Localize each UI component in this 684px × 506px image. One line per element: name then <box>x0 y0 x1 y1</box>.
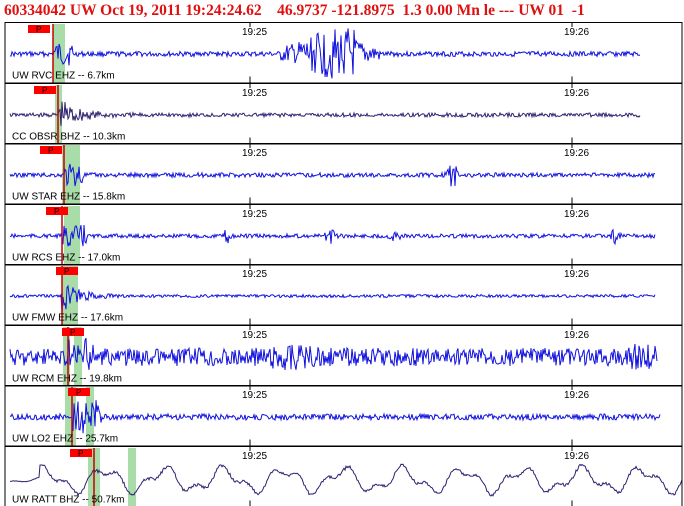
trace-panel: P 19:25 19:26 UW STAR EHZ -- 15.8km <box>4 143 683 205</box>
phase-label: P <box>64 267 69 276</box>
station-label: UW RCS EHZ -- 17.0km <box>12 253 120 264</box>
phase-label: P <box>78 449 83 458</box>
phase-label: P <box>76 388 81 397</box>
event-mag-type: Mn <box>456 2 480 19</box>
event-id: 60334042 <box>4 2 66 19</box>
station-label: UW FMW EHZ -- 17.6km <box>12 313 123 324</box>
station-label: UW RATT BHZ -- 50.7km <box>12 495 124 506</box>
time-tick-label: 19:26 <box>564 451 589 462</box>
trace-panel: P 19:25 19:26 UW RCM EHZ -- 19.8km <box>4 325 683 387</box>
trace-panel: P 19:25 19:26 UW RATT BHZ -- 50.7km <box>4 446 683 506</box>
time-tick-label: 19:26 <box>564 209 589 220</box>
waveform-trace <box>9 337 658 370</box>
time-tick-label: 19:26 <box>564 88 589 99</box>
event-header: 60334042 UW Oct 19, 2011 19:24:24.62 46.… <box>4 0 684 22</box>
time-tick-label: 19:25 <box>242 27 267 38</box>
waveform-trace <box>9 224 656 247</box>
time-tick-label: 19:26 <box>564 390 589 401</box>
phase-label: P <box>48 146 53 155</box>
phase-label: P <box>54 207 59 216</box>
event-dashes: --- <box>498 2 515 19</box>
time-tick-label: 19:25 <box>242 148 267 159</box>
time-tick-label: 19:25 <box>242 451 267 462</box>
waveform-trace <box>9 463 683 497</box>
event-trailing: -1 <box>571 2 585 19</box>
event-version: 01 <box>548 2 565 19</box>
event-source: UW <box>518 2 545 19</box>
event-latitude: 46.9737 <box>277 2 328 19</box>
time-tick-label: 19:25 <box>242 269 267 280</box>
event-mag-extra: 0.00 <box>425 2 453 19</box>
phase-label: P <box>36 25 41 34</box>
time-tick-label: 19:25 <box>242 209 267 220</box>
time-tick-label: 19:26 <box>564 148 589 159</box>
time-tick-label: 19:26 <box>564 330 589 341</box>
time-tick-label: 19:25 <box>242 88 267 99</box>
station-label: UW STAR EHZ -- 15.8km <box>12 192 125 203</box>
seismogram-panel: P 19:25 19:26 UW RVC EHZ -- 6.7km P 19:25 19:2… <box>4 22 683 506</box>
pick-window-band <box>128 448 136 506</box>
station-label: UW RCM EHZ -- 19.8km <box>12 374 122 385</box>
trace-panel: P 19:25 19:26 CC OBSR BHZ -- 10.3km <box>4 83 683 145</box>
time-tick-label: 19:26 <box>564 269 589 280</box>
station-label: CC OBSR BHZ -- 10.3km <box>12 132 125 143</box>
time-tick-label: 19:26 <box>564 27 589 38</box>
trace-panel: P 19:25 19:26 UW RVC EHZ -- 6.7km <box>4 22 683 84</box>
waveform-trace <box>9 400 661 434</box>
trace-panel: P 19:25 19:26 UW RCS EHZ -- 17.0km <box>4 204 683 266</box>
waveform-trace <box>9 101 641 126</box>
time-tick-label: 19:25 <box>242 330 267 341</box>
trace-panel: P 19:25 19:26 UW LO2 EHZ -- 25.7km <box>4 385 683 447</box>
station-label: UW LO2 EHZ -- 25.7km <box>12 434 118 445</box>
event-origin-time: Oct 19, 2011 19:24:24.62 <box>100 2 262 19</box>
event-magnitude: 1.3 <box>402 2 422 19</box>
waveform-trace <box>9 284 656 313</box>
event-network: UW <box>69 2 97 19</box>
event-type: le <box>483 2 495 19</box>
waveform-trace <box>9 163 656 187</box>
time-tick-label: 19:25 <box>242 390 267 401</box>
phase-label: P <box>70 328 75 337</box>
phase-label: P <box>42 86 47 95</box>
event-longitude: -121.8975 <box>331 2 395 19</box>
trace-panel: P 19:25 19:26 UW FMW EHZ -- 17.6km <box>4 264 683 326</box>
station-label: UW RVC EHZ -- 6.7km <box>12 71 115 82</box>
